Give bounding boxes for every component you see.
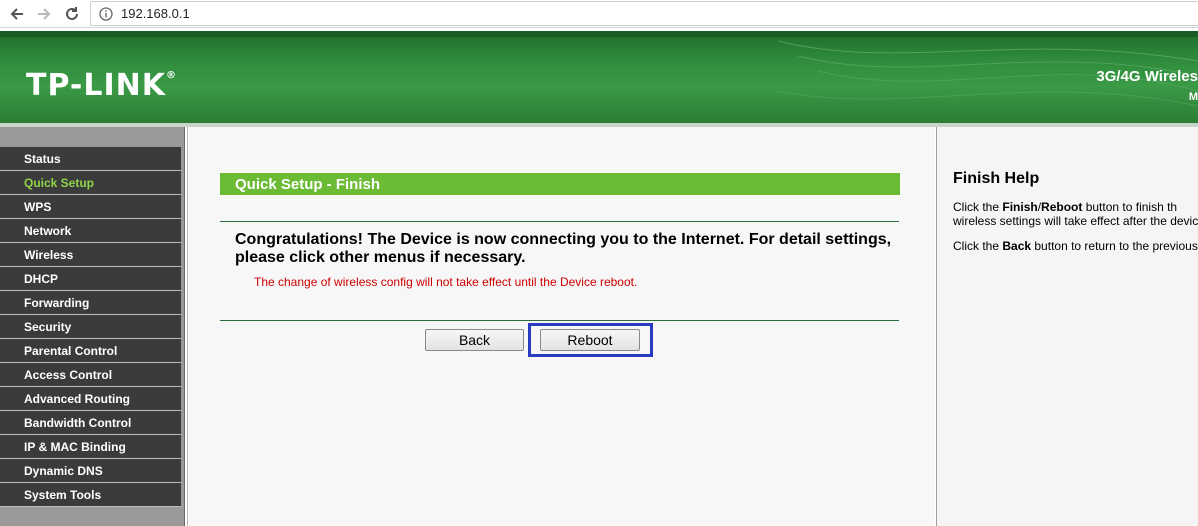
- info-icon[interactable]: [99, 6, 113, 21]
- sidebar-item-label: Access Control: [24, 367, 113, 382]
- sidebar-item-wps[interactable]: WPS: [0, 195, 181, 219]
- sidebar-item-label: IP & MAC Binding: [24, 439, 126, 454]
- model-name: 3G/4G Wireles: [1096, 68, 1198, 85]
- top-divider: [220, 221, 899, 222]
- sidebar-item-dhcp[interactable]: DHCP: [0, 267, 181, 291]
- sidebar-item-label: Quick Setup: [24, 175, 95, 190]
- sidebar-item-network[interactable]: Network: [0, 219, 181, 243]
- page-title-bar: Quick Setup - Finish: [220, 173, 900, 195]
- reboot-warning: The change of wireless config will not t…: [254, 275, 638, 289]
- page-title: Quick Setup - Finish: [235, 175, 381, 193]
- sidebar-item-label: Security: [24, 319, 72, 334]
- sidebar-item-label: DHCP: [24, 271, 59, 286]
- tp-link-logo: TP-LINK®: [26, 68, 178, 103]
- sidebar-item-wireless[interactable]: Wireless: [0, 243, 181, 267]
- sidebar-item-status[interactable]: Status: [0, 147, 181, 171]
- sidebar-item-label: Status: [24, 151, 61, 166]
- url-text[interactable]: 192.168.0.1: [121, 6, 190, 21]
- sidebar-item-dynamic-dns[interactable]: Dynamic DNS: [0, 459, 181, 483]
- sidebar-item-label: Forwarding: [24, 295, 90, 310]
- sidebar-item-parental-control[interactable]: Parental Control: [0, 339, 181, 363]
- sidebar-item-label: Dynamic DNS: [24, 463, 103, 478]
- sidebar-item-label: Wireless: [24, 247, 74, 262]
- browser-toolbar: 192.168.0.1: [0, 0, 1198, 28]
- sidebar-item-label: Network: [24, 223, 72, 238]
- sidebar-menu: Status Quick Setup WPS Network Wireless DHCP F…: [0, 127, 185, 526]
- sidebar-item-label: Advanced Routing: [24, 391, 131, 406]
- sidebar-item-quick-setup[interactable]: Quick Setup: [0, 171, 181, 195]
- sidebar-item-label: WPS: [24, 199, 52, 214]
- header-banner: TP-LINK® 3G/4G Wireles M: [0, 31, 1198, 123]
- sidebar-item-bandwidth-control[interactable]: Bandwidth Control: [0, 411, 181, 435]
- sidebar-item-security[interactable]: Security: [0, 315, 181, 339]
- reboot-button[interactable]: Reboot: [540, 329, 640, 351]
- reload-icon[interactable]: [62, 4, 82, 24]
- sidebar-item-advanced-routing[interactable]: Advanced Routing: [0, 387, 181, 411]
- sidebar-item-ip-mac-binding[interactable]: IP & MAC Binding: [0, 435, 181, 459]
- sidebar-item-forwarding[interactable]: Forwarding: [0, 291, 181, 315]
- sidebar-item-label: System Tools: [24, 487, 102, 502]
- help-paragraph-finish: Click the Finish/Reboot button to finish…: [953, 200, 1198, 228]
- back-button[interactable]: Back: [425, 329, 524, 351]
- forward-arrow-icon[interactable]: [34, 4, 54, 24]
- sidebar-item-label: Bandwidth Control: [24, 415, 132, 430]
- back-arrow-icon[interactable]: [7, 4, 27, 24]
- sidebar-item-access-control[interactable]: Access Control: [0, 363, 181, 387]
- sidebar-item-system-tools[interactable]: System Tools: [0, 483, 181, 507]
- help-paragraph-back: Click the Back button to return to the p…: [953, 239, 1198, 253]
- address-bar[interactable]: 192.168.0.1: [90, 1, 1198, 26]
- help-title: Finish Help: [953, 170, 1040, 187]
- sidebar-item-label: Parental Control: [24, 343, 118, 358]
- main-content: Quick Setup - Finish Congratulations! Th…: [187, 127, 935, 526]
- congratulations-message: Congratulations! The Device is now conne…: [235, 231, 892, 266]
- model-number: M: [1188, 91, 1198, 103]
- help-panel: Finish Help Click the Finish/Reboot butt…: [936, 127, 1198, 526]
- bottom-divider: [220, 320, 899, 321]
